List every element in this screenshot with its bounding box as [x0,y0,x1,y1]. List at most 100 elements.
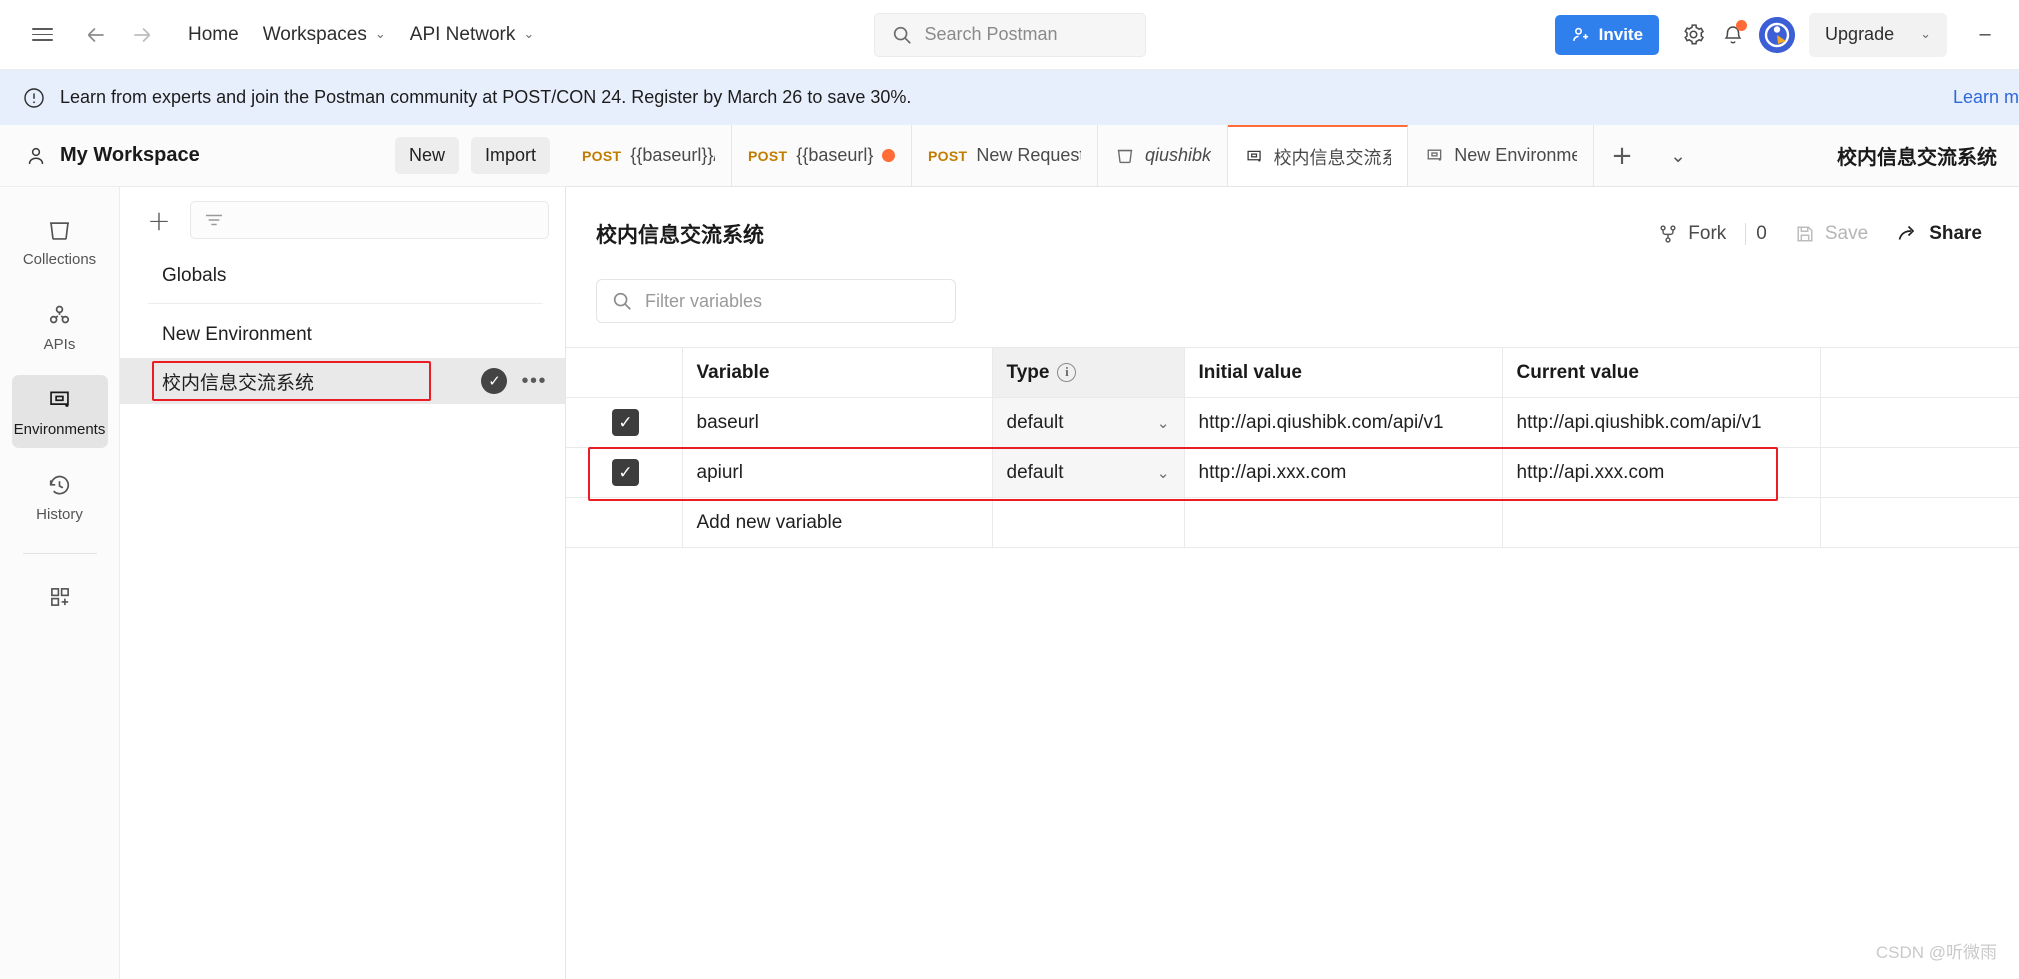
cell-variable[interactable]: baseurl [682,397,993,448]
more-dots-icon[interactable]: ••• [521,370,547,393]
watermark: CSDN @听微雨 [1875,943,1997,962]
add-new-variable-input[interactable]: Add new variable [682,497,993,548]
env-item-label: New Environment [162,324,312,345]
info-circle-icon [22,86,46,110]
filter-variables-input[interactable]: Filter variables [596,279,956,323]
apis-icon [49,305,70,324]
table-row[interactable]: ✓ baseurl default ⌄ http://api.qiushibk.c… [566,397,2019,448]
save-button[interactable]: Save [1783,216,1879,252]
hamburger-icon[interactable] [22,15,62,55]
table-row[interactable]: ✓ apiurl default ⌄ http://api.xxx.com htt… [566,447,2019,498]
column-header-spacer [1820,347,2019,398]
cell-type-value: default [1006,411,1064,433]
arrow-left-icon[interactable] [76,15,116,55]
cell-current-value[interactable]: http://api.qiushibk.com/api/v1 [1502,397,1821,448]
sidebar-item-history[interactable]: History [12,460,108,533]
search-input[interactable]: Search Postman [873,12,1146,57]
cell-type[interactable] [992,497,1185,548]
column-header-variable: Variable [682,347,993,398]
sidebar-item-collections[interactable]: Collections [12,205,108,278]
environment-icon [1427,148,1442,161]
variables-table: Variable Type i Initial value Current val… [566,347,2019,548]
share-button[interactable]: Share [1885,215,1993,253]
cell-initial-value[interactable]: http://api.qiushibk.com/api/v1 [1184,397,1503,448]
page-title: 校内信息交流系统 [596,224,764,247]
tab-label: {{baseurl}}/ [796,145,873,165]
invite-button[interactable]: Invite [1554,14,1660,55]
chevron-down-icon[interactable]: ⌄ [1650,125,1706,186]
chevron-down-icon: ⌄ [1920,27,1931,42]
invite-person-icon [1572,27,1588,41]
sidebar-item-environments[interactable]: Environments [11,375,108,448]
main-area: POST {{baseurl}}/fee POST {{baseurl}}/ P… [566,125,2019,979]
cell-spacer [1820,447,2019,498]
banner-text: Learn from experts and join the Postman … [60,87,912,107]
save-label: Save [1824,223,1869,244]
nav-api-network[interactable]: API Network ⌄ [398,17,547,53]
row-checkbox-cell: ✓ [566,447,683,498]
nav-workspaces[interactable]: Workspaces ⌄ [251,17,398,53]
fork-button[interactable]: Fork [1646,216,1737,252]
plus-icon[interactable]: + [142,203,176,237]
column-header-type: Type i [992,347,1185,398]
fork-count: 0 [1745,223,1777,245]
environment-list: Globals New Environment 校内信息交流系统 ✓ ••• [120,251,565,979]
divider [22,553,97,554]
cell-initial-value[interactable]: http://api.xxx.com [1184,447,1503,498]
gear-icon[interactable] [1673,15,1713,55]
search-icon [893,26,911,44]
environments-icon [50,391,69,407]
cell-current-value[interactable] [1502,497,1821,548]
minimize-icon[interactable]: – [1965,15,2005,55]
env-globals-item[interactable]: Globals [120,251,565,303]
cell-type[interactable]: default ⌄ [992,447,1185,498]
tab-request-2[interactable]: POST {{baseurl}}/ [732,125,912,186]
check-icon[interactable]: ✓ [481,368,508,394]
promo-banner: Learn from experts and join the Postman … [0,70,2019,125]
bell-icon[interactable] [1713,15,1753,55]
nav-home-label: Home [188,23,239,45]
collection-icon [1117,149,1133,163]
cell-variable[interactable]: apiurl [682,447,993,498]
tab-request-3[interactable]: POST New Request [912,125,1098,186]
import-button[interactable]: Import [470,137,550,174]
column-header-type-label: Type [1006,361,1050,383]
tab-environment-active[interactable]: 校内信息交流系 [1228,125,1409,186]
environment-editor: 校内信息交流系统 Fork 0 Save Share Filter variab… [566,187,2019,979]
banner-learn-more-link[interactable]: Learn m [1953,87,2019,108]
upgrade-button[interactable]: Upgrade ⌄ [1809,12,1947,57]
env-filter-input[interactable] [190,201,549,239]
sidebar-item-apis[interactable]: APIs [12,290,108,363]
info-icon[interactable]: i [1057,362,1077,382]
environment-icon [1247,150,1261,162]
list-item[interactable]: New Environment [120,312,565,358]
list-item[interactable]: 校内信息交流系统 ✓ ••• [120,358,565,404]
header-actions: Fork 0 Save Share [1646,215,1993,253]
row-checkbox-cell: ✓ [566,397,683,448]
share-label: Share [1929,223,1982,244]
avatar[interactable] [1759,16,1796,53]
checkbox[interactable]: ✓ [612,409,639,436]
user-icon [28,147,44,164]
filter-variables-placeholder: Filter variables [645,290,763,311]
workspace-name: My Workspace [60,144,200,166]
cell-initial-value[interactable] [1184,497,1503,548]
table-row-add-new[interactable]: Add new variable [566,497,2019,548]
arrow-right-icon[interactable] [122,15,162,55]
new-tab-button[interactable]: + [1594,125,1650,186]
tab-environment-new[interactable]: New Environme [1408,125,1595,186]
tab-collection-qiushibk[interactable]: qiushibk [1098,125,1229,186]
fork-label: Fork [1688,223,1727,244]
checkbox[interactable]: ✓ [612,459,639,486]
selected-environment-label[interactable]: 校内信息交流系统 [1815,125,2019,186]
chevron-down-icon: ⌄ [523,27,535,42]
cell-type[interactable]: default ⌄ [992,397,1185,448]
nav-home[interactable]: Home [176,17,251,53]
cell-current-value[interactable]: http://api.xxx.com [1502,447,1821,498]
add-modules-icon[interactable] [12,572,108,620]
tab-request-1[interactable]: POST {{baseurl}}/fee [566,125,732,186]
search-icon [613,292,631,310]
column-header-initial-value: Initial value [1184,347,1503,398]
sidebar-item-label: APIs [43,336,76,353]
new-button[interactable]: New [394,137,459,174]
